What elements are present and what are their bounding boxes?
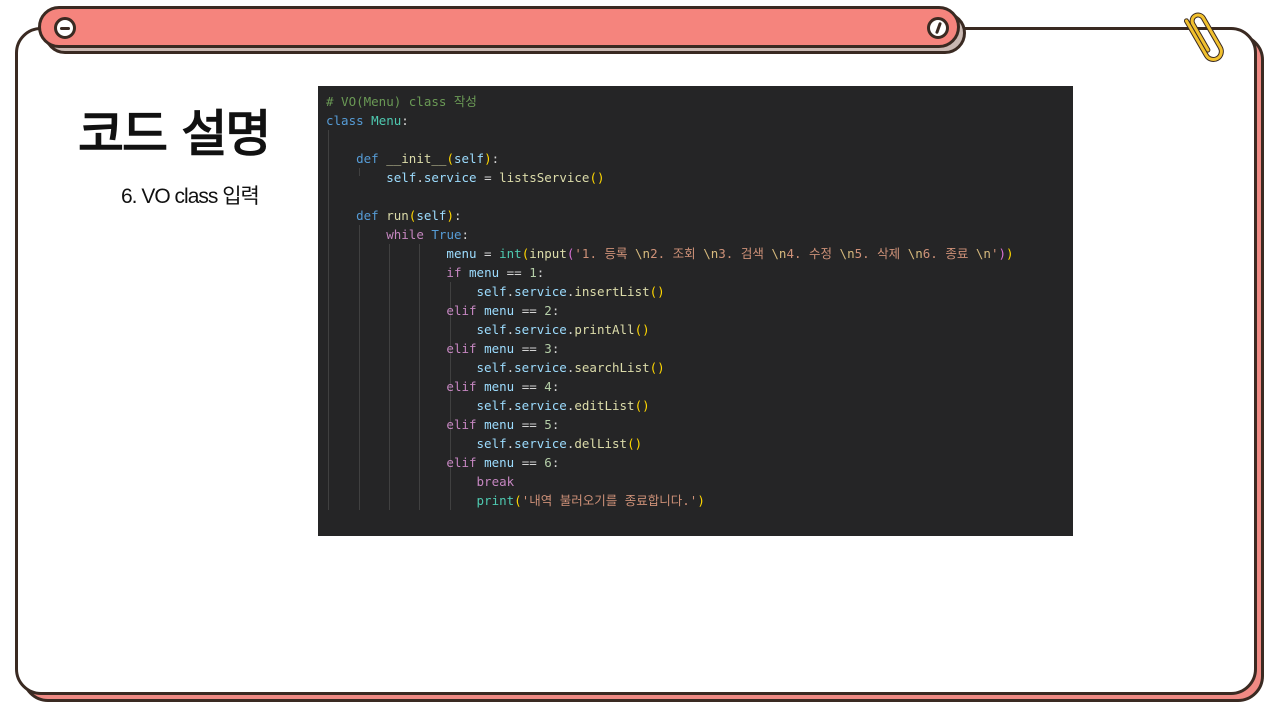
slide-subtitle: 6. VO class 입력 [121, 185, 260, 208]
tab-bar [38, 6, 960, 48]
slash-circle-icon [927, 17, 949, 39]
code-line: elif menu == 4: [446, 379, 560, 394]
code-line: break [476, 474, 515, 489]
code-line: def run(self): [356, 208, 462, 223]
code-line: menu = int(input('1. 등록 \n2. 조회 \n3. 검색 … [446, 246, 1014, 261]
code-line: self.service.editList() [476, 398, 650, 413]
code-line: ​ [326, 187, 1073, 206]
code-line: self.service.delList() [476, 436, 643, 451]
code-line: elif menu == 5: [446, 417, 560, 432]
code-editor-panel: # VO(Menu) class 작성 class Menu: ​ def __in… [318, 86, 1073, 536]
paperclip-icon [1183, 12, 1224, 62]
minus-circle-icon [54, 17, 76, 39]
code-line: elif menu == 2: [446, 303, 560, 318]
code-line: ​ [326, 130, 1073, 149]
code-line: if menu == 1: [446, 265, 545, 280]
code-line: print('내역 불러오기를 종료합니다.') [476, 493, 705, 508]
code-line: elif menu == 6: [446, 455, 560, 470]
code-block: # VO(Menu) class 작성 class Menu: ​ def __in… [326, 92, 1073, 510]
code-line: self.service.printAll() [476, 322, 650, 337]
code-line: # VO(Menu) class 작성 [326, 94, 477, 109]
code-line: self.service.insertList() [476, 284, 665, 299]
code-line: elif menu == 3: [446, 341, 560, 356]
code-line: while True: [386, 227, 470, 242]
slide-title: 코드 설명 [78, 105, 271, 163]
code-line: self.service = listsService() [386, 170, 605, 185]
code-line: def __init__(self): [356, 151, 500, 166]
code-line: self.service.searchList() [476, 360, 665, 375]
code-line: class Menu: [326, 113, 409, 128]
